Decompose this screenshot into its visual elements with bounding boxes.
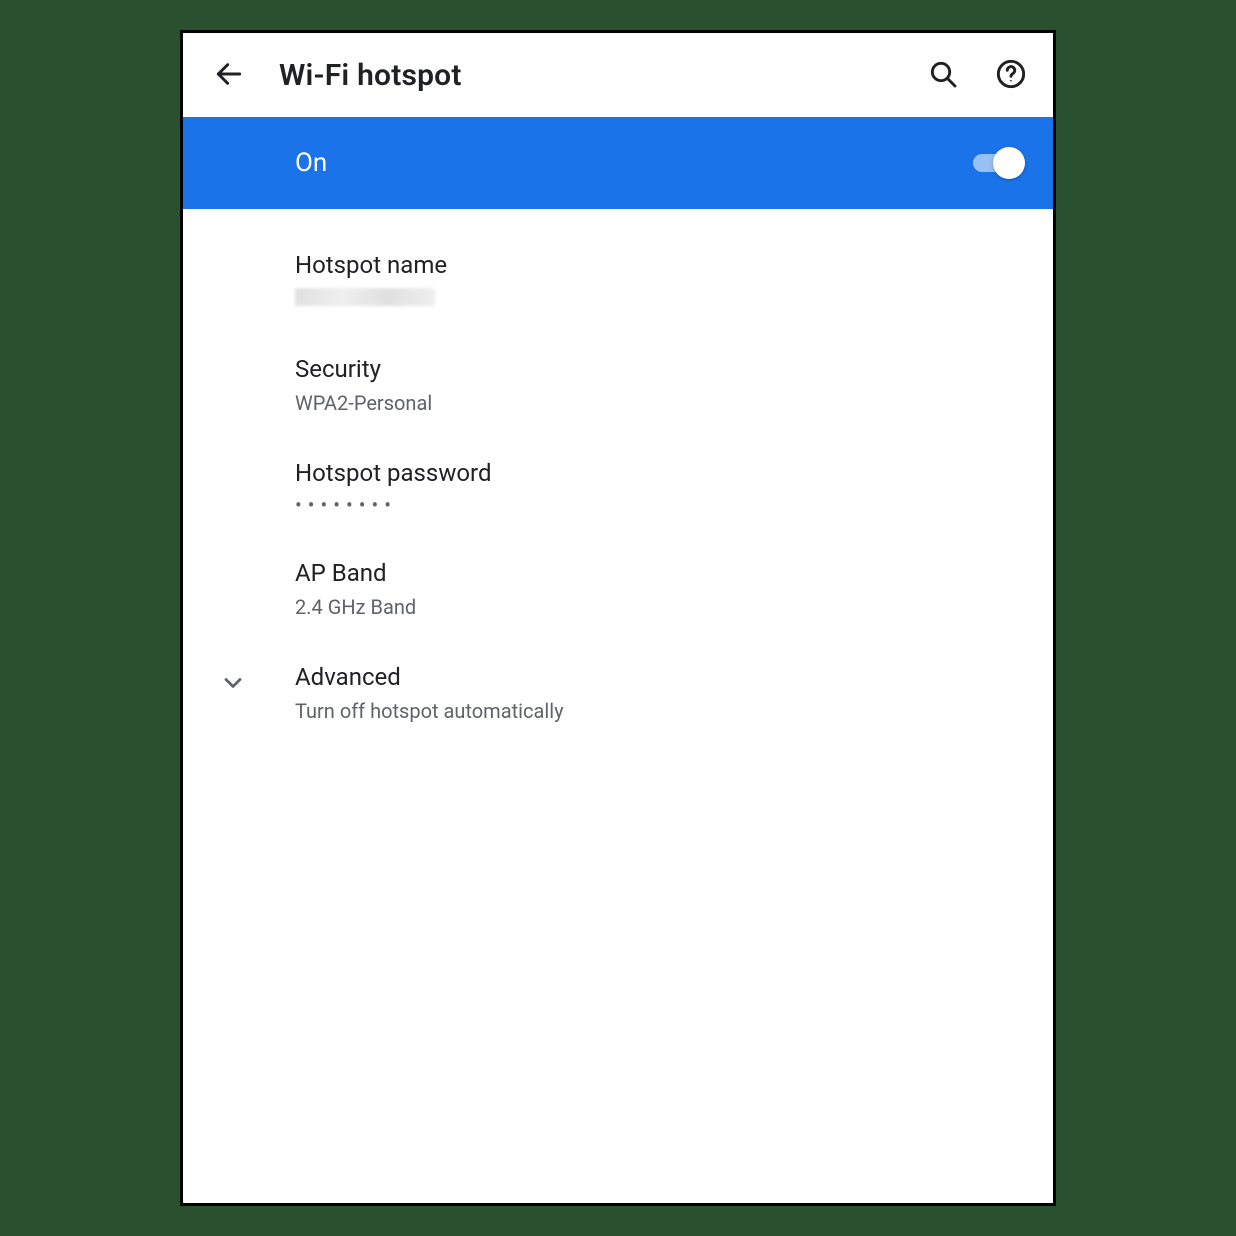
search-icon: [927, 58, 959, 93]
password-row[interactable]: Hotspot password ••••••••: [183, 437, 1053, 537]
row-label: Advanced: [295, 663, 1025, 691]
chevron-down-icon: [219, 669, 247, 701]
row-label: AP Band: [295, 559, 1025, 587]
hotspot-master-toggle-row[interactable]: On: [183, 117, 1053, 209]
help-button[interactable]: [989, 53, 1033, 97]
ap-band-value: 2.4 GHz Band: [295, 595, 1025, 619]
security-row[interactable]: Security WPA2-Personal: [183, 333, 1053, 437]
advanced-row[interactable]: Advanced Turn off hotspot automatically: [183, 641, 1053, 745]
ap-band-row[interactable]: AP Band 2.4 GHz Band: [183, 537, 1053, 641]
hotspot-switch[interactable]: [969, 147, 1025, 179]
switch-thumb: [993, 147, 1025, 179]
app-bar: Wi-Fi hotspot: [183, 33, 1053, 117]
toggle-label: On: [295, 148, 969, 178]
settings-list: Hotspot name Security WPA2-Personal Hots…: [183, 209, 1053, 745]
password-value: ••••••••: [295, 495, 1025, 515]
security-value: WPA2-Personal: [295, 391, 1025, 415]
hotspot-name-row[interactable]: Hotspot name: [183, 229, 1053, 333]
help-icon: [995, 58, 1027, 93]
search-button[interactable]: [921, 53, 965, 97]
advanced-value: Turn off hotspot automatically: [295, 699, 1025, 723]
settings-screen: Wi-Fi hotspot On: [183, 33, 1053, 1203]
row-label: Security: [295, 355, 1025, 383]
row-label: Hotspot password: [295, 459, 1025, 487]
arrow-back-icon: [213, 58, 245, 93]
redacted-value: [295, 288, 435, 306]
row-label: Hotspot name: [295, 251, 1025, 279]
page-title: Wi-Fi hotspot: [279, 58, 893, 93]
back-button[interactable]: [207, 53, 251, 97]
hotspot-name-value: [295, 287, 1025, 311]
